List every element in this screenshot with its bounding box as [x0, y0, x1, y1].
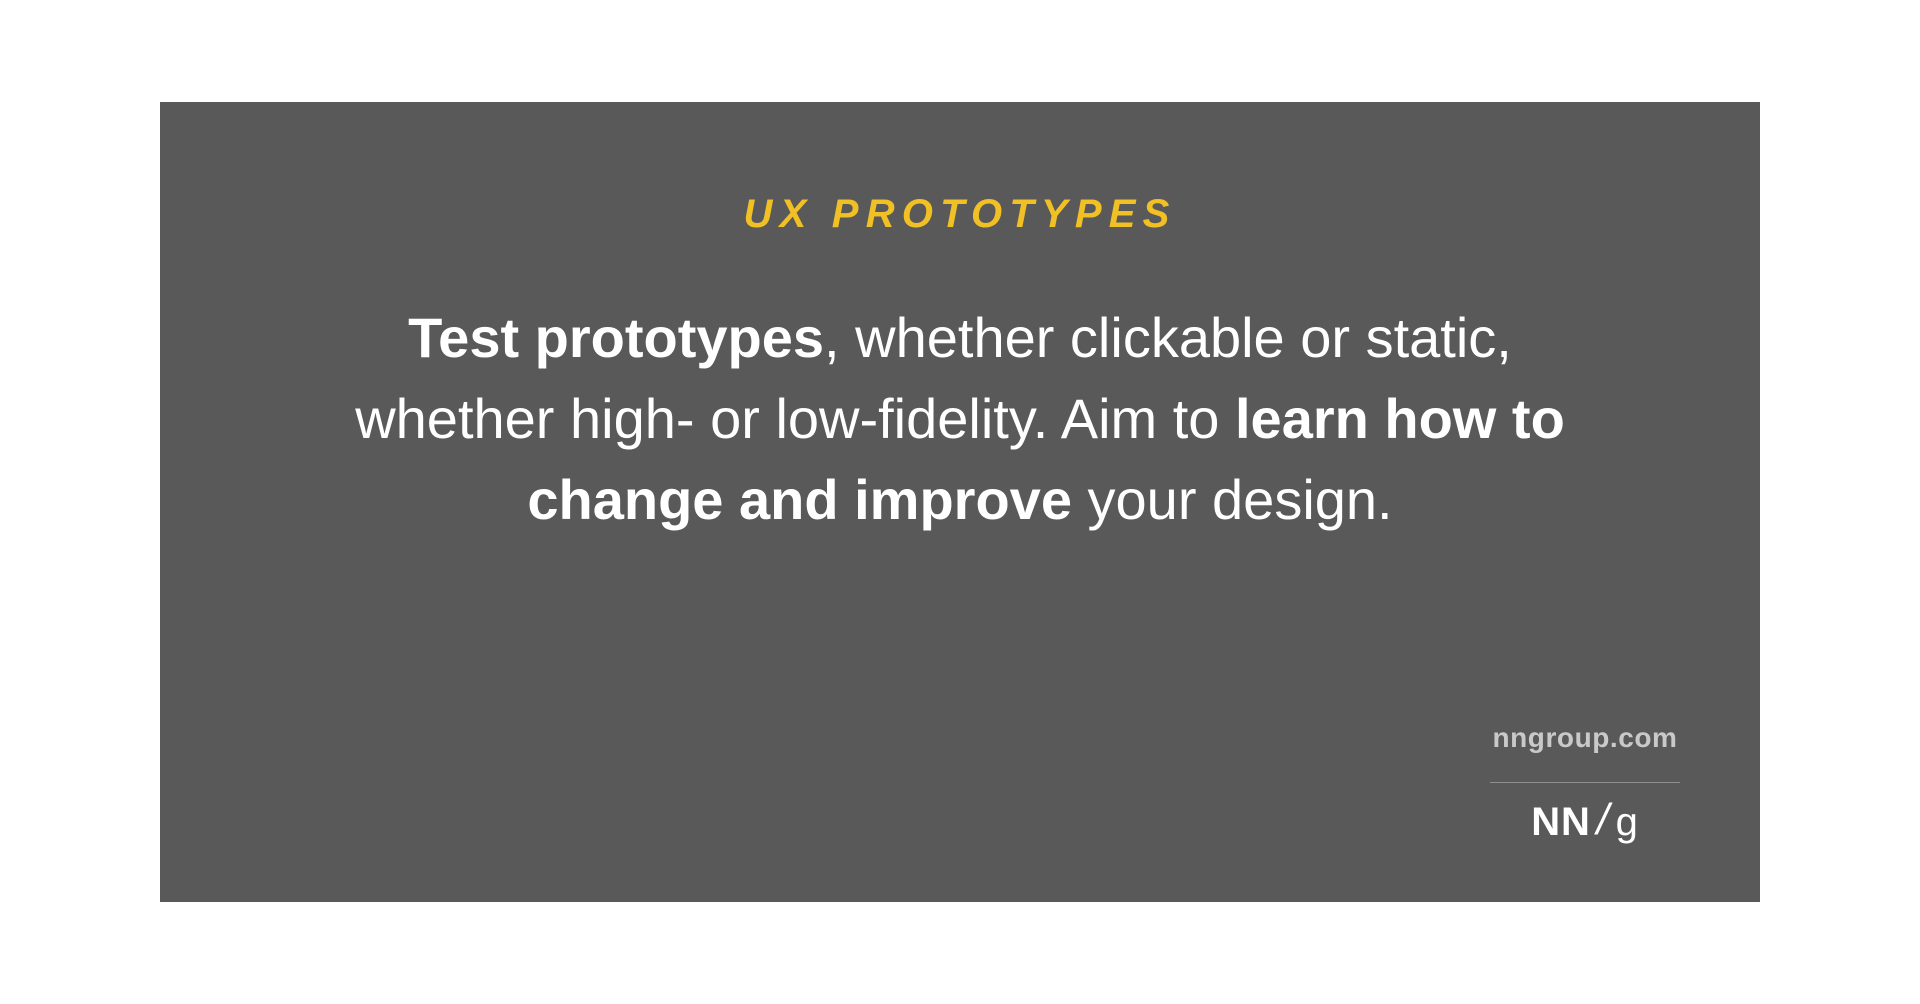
logo-nn: NN [1531, 800, 1590, 845]
body-text-4: your design. [1072, 468, 1393, 531]
body-bold-1: Test prototypes [408, 306, 824, 369]
nng-logo: NN/g [1531, 797, 1638, 847]
footer-url: nngroup.com [1490, 722, 1680, 768]
slide-body: Test prototypes, whether clickable or st… [320, 297, 1600, 541]
logo-g: g [1616, 800, 1639, 845]
logo-slash-icon: / [1597, 795, 1610, 845]
slide-footer: nngroup.com NN/g [1490, 722, 1680, 847]
slide-heading: UX PROTOTYPES [160, 192, 1760, 237]
footer-divider [1490, 782, 1680, 783]
slide-card: UX PROTOTYPES Test prototypes, whether c… [160, 102, 1760, 902]
